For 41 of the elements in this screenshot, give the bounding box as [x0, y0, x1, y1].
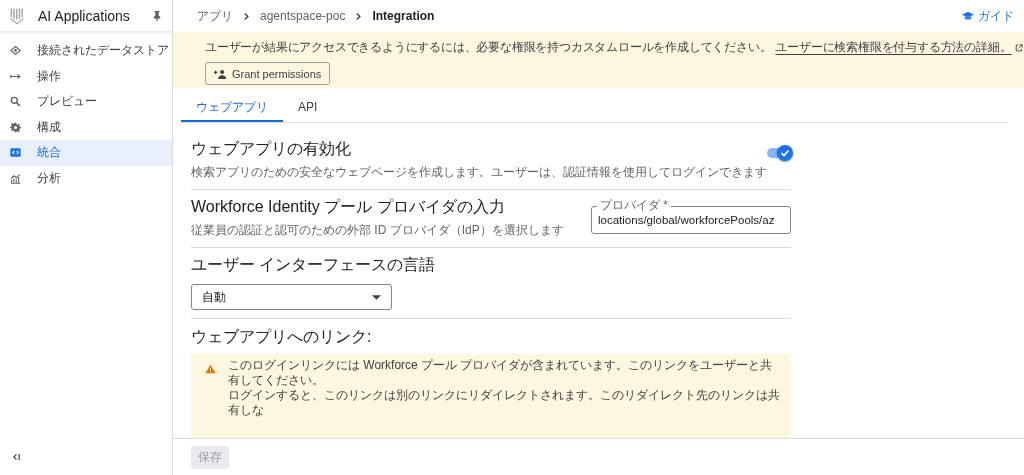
graduation-cap-icon [962, 11, 974, 21]
guide-link[interactable]: ガイド [962, 7, 1014, 25]
section-title: Workforce Identity プール プロバイダの入力 [191, 197, 506, 217]
chart-icon [10, 172, 21, 184]
warning-message: ユーザーが結果にアクセスできるようにするには、必要な権限を持つカスタムロールを作成してください。 [205, 39, 772, 56]
help-link[interactable]: ユーザーに検索権限を付与する方法の詳細。 [775, 39, 1012, 56]
tab[interactable]: API [283, 94, 333, 122]
section-title: ウェブアプリの有効化 [191, 139, 352, 159]
warning-icon [205, 364, 216, 374]
add-person-icon [214, 68, 227, 79]
check-icon [779, 147, 791, 159]
layers-icon [10, 45, 21, 57]
chevron-icon [355, 11, 363, 21]
section-description: 検索アプリのための安全なウェブページを作成します。ユーザーは、認証情報を使用してログインできます [191, 164, 767, 181]
app-title: AI Applications [38, 7, 131, 24]
sidebar-item[interactable]: 構成 [0, 114, 172, 140]
notice-text: このログインリンクには Workforce プール プロバイダが含まれています。このリンクをユーザーと共有してください。 [228, 358, 774, 388]
section-title: ユーザー インターフェースの言語 [191, 255, 437, 275]
sidebar-item[interactable]: 分析 [0, 165, 172, 191]
sidebar-item[interactable]: 接続されたデータストア [0, 38, 172, 64]
language-dropdown[interactable]: 自動 [191, 284, 392, 310]
pin-icon[interactable] [152, 9, 162, 22]
external-link-icon [1015, 43, 1024, 52]
notice-text: ログインすると、このリンクは別のリンクにリダイレクトされます。このリダイレクト先のリンクは共有しな [228, 388, 781, 418]
grant-permissions-button[interactable]: Grant permissions [205, 62, 331, 85]
sidebar-item[interactable]: プレビュー [0, 89, 172, 115]
sidebar-item[interactable]: 操作 [0, 63, 172, 89]
breadcrumb-link[interactable]: agentspace-poc [260, 9, 346, 23]
collapse-icon[interactable] [12, 453, 21, 461]
tab[interactable]: ウェブアプリ [181, 94, 283, 122]
dropdown-caret-icon [372, 294, 381, 300]
search-icon [10, 96, 21, 108]
settings-icon [10, 121, 21, 133]
section-description: 従業員の認証と認可のための外部 ID プロバイダ（IdP）を選択します [191, 222, 564, 239]
breadcrumb-link[interactable]: アプリ [197, 7, 233, 25]
toggle-switch[interactable] [767, 145, 791, 161]
code-icon [10, 147, 21, 159]
logo-icon [8, 6, 26, 25]
chevron-icon [243, 11, 250, 21]
section-title: ウェブアプリへのリンク: [191, 327, 373, 347]
sidebar-item[interactable]: 統合 [0, 140, 172, 166]
